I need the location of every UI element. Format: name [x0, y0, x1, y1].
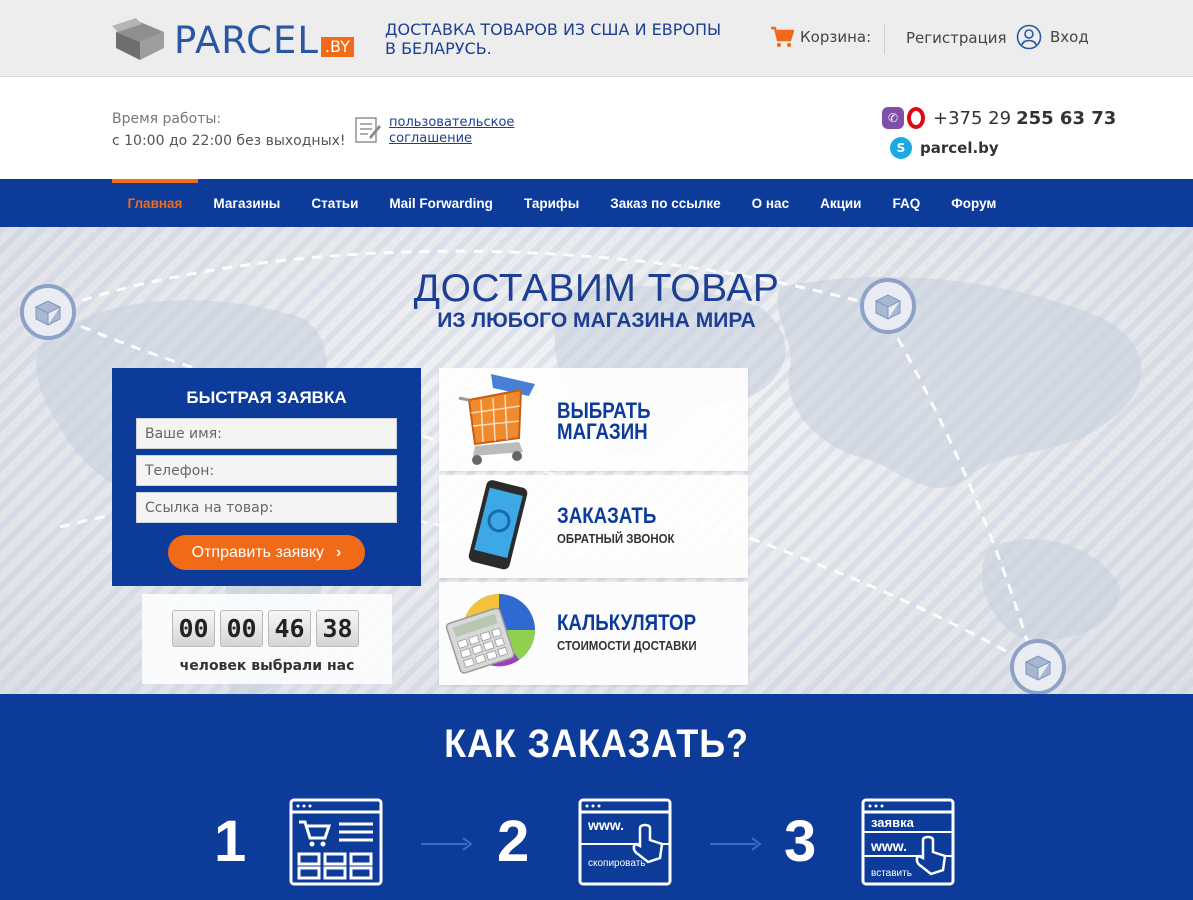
step-caption: скопировать — [588, 858, 646, 869]
hours-value: с 10:00 до 22:00 без выходных! — [112, 133, 346, 149]
quick-order-form: БЫСТРАЯ ЗАЯВКА Отправить заявку › — [112, 368, 421, 586]
phone-number: 255 63 73 — [1016, 107, 1117, 129]
nav-item-promotions[interactable]: Акции — [805, 179, 877, 227]
nav-item-tariffs[interactable]: Тарифы — [508, 179, 594, 227]
card-title-line: ВЫБРАТЬ — [557, 398, 651, 423]
choose-shop-card[interactable]: ВЫБРАТЬ МАГАЗИН — [439, 368, 748, 471]
contact-strip: Время работы: с 10:00 до 22:00 без выход… — [0, 78, 1193, 179]
clients-counter: 00 00 46 38 человек выбрали нас — [142, 594, 392, 684]
hero-banner: ДОСТАВИМ ТОВАР ИЗ ЛЮБОГО МАГАЗИНА МИРА Б… — [0, 227, 1193, 694]
working-hours: Время работы: с 10:00 до 22:00 без выход… — [112, 108, 346, 152]
counter-digit: 46 — [268, 610, 311, 647]
how-to-order-section: КАК ЗАКАЗАТЬ? 1 2 www. скопировать 3 зая… — [0, 694, 1193, 900]
callback-card[interactable]: ЗАКАЗАТЬ ОБРАТНЫЙ ЗВОНОК — [439, 475, 748, 578]
nav-item-forum[interactable]: Форум — [936, 179, 1012, 227]
opera-icon — [907, 107, 925, 129]
copy-url-icon: www. скопировать — [578, 798, 672, 886]
nav-item-mail-forwarding[interactable]: Mail Forwarding — [374, 179, 509, 227]
nav-item-order-by-link[interactable]: Заказ по ссылке — [595, 179, 736, 227]
web-shop-icon — [289, 798, 383, 886]
user-agreement-link[interactable]: пользовательское соглашение — [389, 115, 519, 147]
submit-label: Отправить заявку — [191, 543, 325, 561]
calculator-card[interactable]: КАЛЬКУЛЯТОР СТОИМОСТИ ДОСТАВКИ — [439, 582, 748, 685]
step-caption: вставить — [871, 868, 912, 879]
site-logo[interactable]: PARCEL .BY — [112, 17, 354, 63]
document-icon — [355, 117, 381, 143]
calculator-icon — [445, 594, 536, 674]
chevron-right-icon: › — [336, 543, 342, 561]
cart-label: Корзина: — [800, 28, 872, 46]
submit-order-button[interactable]: Отправить заявку › — [168, 535, 365, 570]
paste-form-icon: заявка www. вставить — [861, 798, 955, 886]
header-divider — [884, 24, 885, 54]
counter-digit: 00 — [220, 610, 263, 647]
card-subtitle: СТОИМОСТИ ДОСТАВКИ — [557, 638, 697, 653]
skype-icon: S — [890, 137, 912, 159]
phone-input[interactable] — [136, 455, 397, 486]
parcel-box-icon — [112, 18, 164, 60]
step-number: 1 — [214, 809, 247, 874]
arrow-right-icon — [421, 837, 473, 851]
phone-block[interactable]: ✆ +375 29 255 63 73 — [882, 107, 1116, 129]
register-link[interactable]: Регистрация — [906, 29, 1007, 47]
step-form-text: заявка — [871, 815, 915, 830]
site-tagline: ДОСТАВКА ТОВАРОВ ИЗ США И ЕВРОПЫ В БЕЛАР… — [385, 20, 722, 58]
counter-label: человек выбрали нас — [179, 658, 355, 674]
step-url-text: www. — [870, 838, 907, 854]
hours-label: Время работы: — [112, 111, 222, 127]
agreement-block: пользовательское соглашение — [355, 115, 519, 147]
user-icon — [1016, 24, 1042, 50]
step-number: 2 — [497, 809, 530, 874]
hero-subtitle: ИЗ ЛЮБОГО МАГАЗИНА МИРА — [437, 309, 756, 332]
card-title: ЗАКАЗАТЬ — [557, 503, 657, 528]
skype-name: parcel.by — [920, 139, 999, 157]
step-number: 3 — [784, 809, 817, 874]
counter-digit: 38 — [316, 610, 359, 647]
card-subtitle: ОБРАТНЫЙ ЗВОНОК — [557, 531, 675, 546]
skype-block[interactable]: S parcel.by — [882, 137, 999, 159]
main-nav: Главная Магазины Статьи Mail Forwarding … — [0, 179, 1193, 227]
hero-title: ДОСТАВИМ ТОВАР — [413, 267, 780, 310]
phone-prefix: +375 29 — [933, 107, 1012, 129]
arrow-right-icon — [710, 837, 762, 851]
card-title-line: МАГАЗИН — [557, 419, 648, 444]
card-title: ВЫБРАТЬ МАГАЗИН — [557, 398, 651, 444]
nav-item-articles[interactable]: Статьи — [296, 179, 374, 227]
login-link[interactable]: Вход — [1016, 24, 1089, 50]
top-header: PARCEL .BY ДОСТАВКА ТОВАРОВ ИЗ США И ЕВР… — [0, 0, 1193, 77]
logo-badge: .BY — [320, 37, 354, 57]
nav-item-faq[interactable]: FAQ — [877, 179, 936, 227]
step-url-text: www. — [587, 817, 624, 833]
logo-text: PARCEL — [174, 18, 319, 62]
nav-item-home[interactable]: Главная — [112, 179, 198, 227]
nav-item-shops[interactable]: Магазины — [198, 179, 296, 227]
form-title: БЫСТРАЯ ЗАЯВКА — [186, 388, 347, 407]
nav-item-about[interactable]: О нас — [736, 179, 804, 227]
viber-icon: ✆ — [882, 107, 904, 129]
cart-icon — [771, 26, 794, 47]
product-link-input[interactable] — [136, 492, 397, 523]
card-title: КАЛЬКУЛЯТОР — [557, 610, 697, 635]
cart-link[interactable]: Корзина: — [770, 26, 871, 48]
section-title: КАК ЗАКАЗАТЬ? — [444, 722, 749, 766]
shopping-cart-icon — [458, 374, 535, 465]
counter-digit: 00 — [172, 610, 215, 647]
name-input[interactable] — [136, 418, 397, 449]
login-label: Вход — [1050, 28, 1089, 46]
smartphone-icon — [468, 480, 528, 570]
